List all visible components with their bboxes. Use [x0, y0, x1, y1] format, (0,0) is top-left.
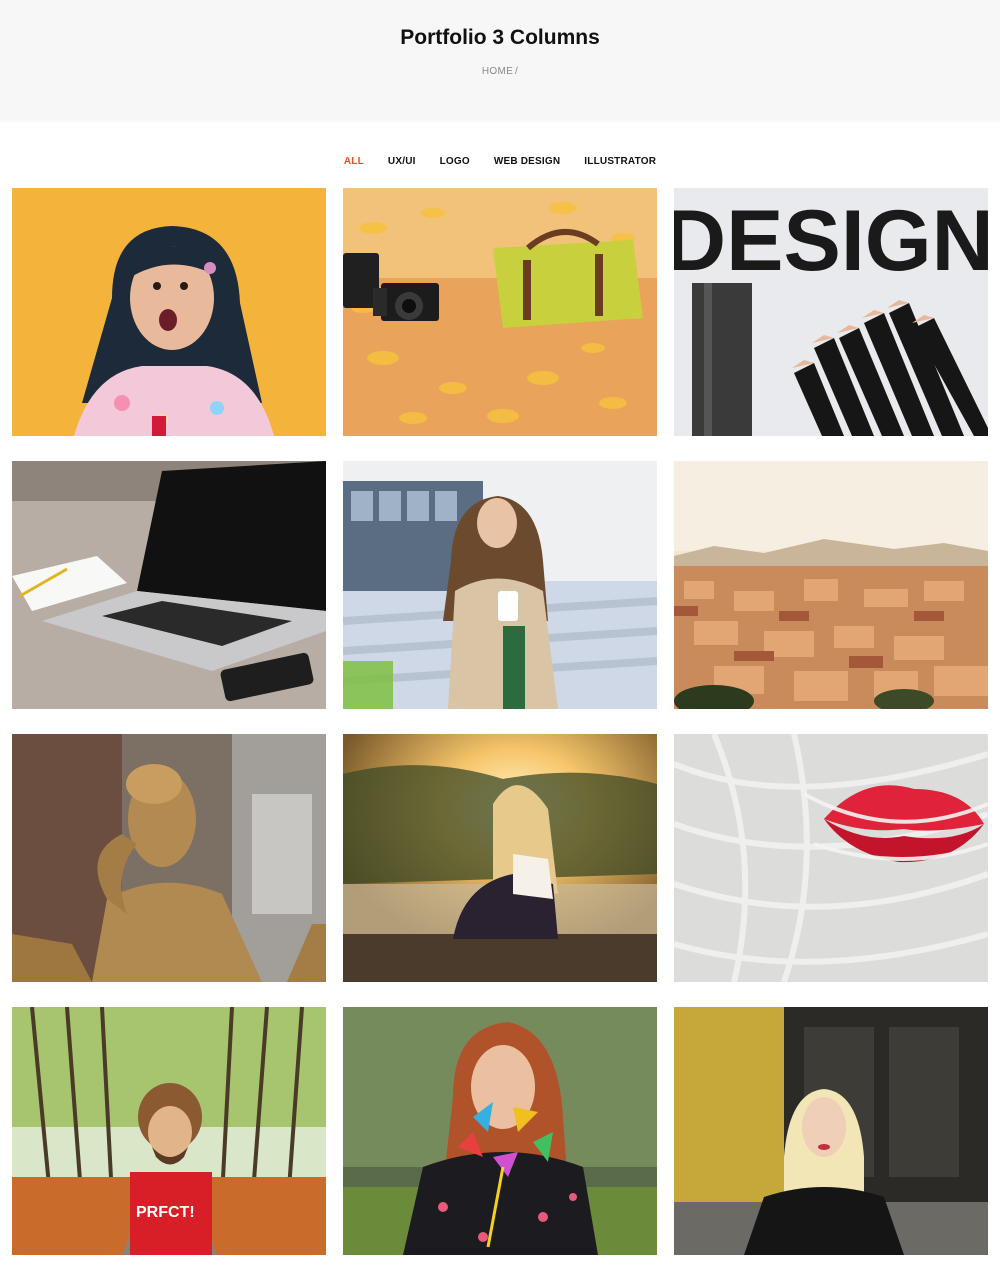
page-header: Portfolio 3 Columns HOME /	[0, 0, 1000, 122]
autumn-camera-image	[343, 188, 657, 436]
filter-web-design[interactable]: WEB DESIGN	[494, 156, 560, 167]
girl-yellow-image	[12, 188, 326, 436]
blonde-jacket-image	[674, 1007, 988, 1255]
filter-illustrator[interactable]: ILLUSTRATOR	[584, 156, 656, 167]
filter-all[interactable]: ALL	[344, 156, 364, 167]
redhead-pinwheels-image	[343, 1007, 657, 1255]
design-word: DESIGN	[674, 193, 988, 289]
page-title: Portfolio 3 Columns	[400, 26, 600, 49]
portfolio-item-autumn-camera[interactable]	[343, 188, 657, 436]
portfolio-item-girl-yellow[interactable]	[12, 188, 326, 436]
portfolio-item-woman-phone[interactable]	[343, 461, 657, 709]
breadcrumb-home-link[interactable]: HOME	[482, 66, 513, 77]
portfolio-item-blonde-jacket[interactable]	[674, 1007, 988, 1255]
portfolio-item-woman-sunset-lake[interactable]	[343, 734, 657, 982]
laptop-desk-image	[12, 461, 326, 709]
portfolio-item-laptop-desk[interactable]	[12, 461, 326, 709]
portfolio-item-city-sunset[interactable]	[674, 461, 988, 709]
city-sunset-image	[674, 461, 988, 709]
portfolio-grid: DESIGN PRFCT!	[0, 188, 1000, 1274]
portfolio-item-design-pencils[interactable]: DESIGN	[674, 188, 988, 436]
filter-logo[interactable]: LOGO	[440, 156, 470, 167]
woman-sunset-lake-image	[343, 734, 657, 982]
golden-statue-image	[12, 734, 326, 982]
breadcrumb: HOME /	[0, 66, 1000, 77]
portfolio-item-redhead-pinwheels[interactable]	[343, 1007, 657, 1255]
red-lips-image	[674, 734, 988, 982]
woman-phone-image	[343, 461, 657, 709]
design-pencils-image: DESIGN	[674, 188, 988, 436]
prfct-shirt-text: PRFCT!	[136, 1204, 195, 1221]
filter-ux-ui[interactable]: UX/UI	[388, 156, 416, 167]
man-forest-image: PRFCT!	[12, 1007, 326, 1255]
portfolio-item-man-forest[interactable]: PRFCT!	[12, 1007, 326, 1255]
portfolio-item-red-lips[interactable]	[674, 734, 988, 982]
portfolio-item-golden-statue[interactable]	[12, 734, 326, 982]
portfolio-filter-bar: ALL UX/UI LOGO WEB DESIGN ILLUSTRATOR	[0, 122, 1000, 188]
breadcrumb-separator: /	[515, 66, 519, 77]
